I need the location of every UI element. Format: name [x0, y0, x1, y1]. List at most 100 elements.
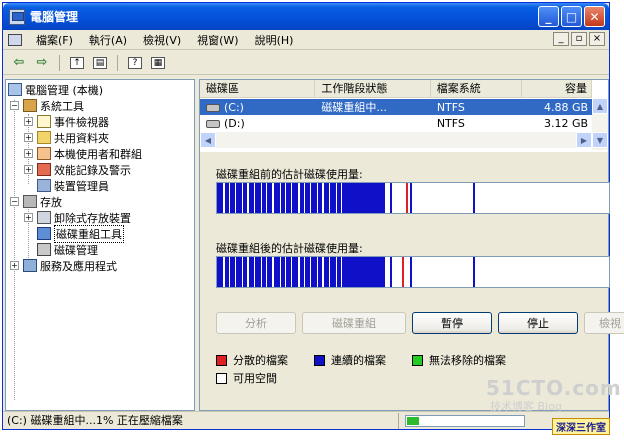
tree-item-removable-storage[interactable]: + 卸除式存放裝置 — [24, 210, 131, 225]
tree-item-computer-management[interactable]: 電腦管理 (本機) — [8, 82, 103, 97]
performance-icon — [37, 163, 51, 176]
users-icon — [37, 147, 51, 160]
tree-item-device-manager[interactable]: 裝置管理員 — [37, 178, 109, 193]
tree-item-disk-defragmenter[interactable]: 磁碟重組工具 — [37, 224, 124, 243]
expand-icon[interactable]: + — [24, 133, 33, 142]
defragment-button[interactable]: 磁碟重組 — [302, 312, 406, 334]
contiguous-block — [390, 257, 393, 287]
volume-cell: (C:) — [200, 101, 315, 114]
analyze-button[interactable]: 分析 — [216, 312, 296, 334]
tree-item-performance-logs[interactable]: + 效能記錄及警示 — [24, 162, 131, 177]
tree-item-local-users[interactable]: + 本機使用者和群組 — [24, 146, 142, 161]
pause-button[interactable]: 暫停 — [412, 312, 492, 334]
menu-action[interactable]: 執行(A) — [81, 32, 135, 48]
contiguous-block — [255, 183, 261, 213]
contiguous-block — [343, 257, 383, 287]
contiguous-block — [281, 183, 285, 213]
expand-icon[interactable]: + — [24, 213, 33, 222]
contiguous-block — [262, 183, 266, 213]
tree-item-event-viewer[interactable]: + 事件檢視器 — [24, 114, 109, 129]
tree-item-system-tools[interactable]: − 系統工具 — [10, 98, 84, 113]
tree-label: 共用資料夾 — [54, 131, 109, 145]
column-session-status[interactable]: 工作階段狀態 — [315, 80, 431, 98]
tree-label: 事件檢視器 — [54, 115, 109, 129]
view-report-button[interactable]: 檢視 — [584, 312, 624, 334]
close-button[interactable]: ✕ — [584, 6, 605, 27]
shared-folder-icon — [37, 131, 51, 144]
legend-fragmented: 分散的檔案 — [216, 352, 288, 368]
contiguous-block — [311, 257, 317, 287]
tree-item-shared-folders[interactable]: + 共用資料夾 — [24, 130, 109, 145]
up-folder-icon[interactable]: ↑ — [67, 54, 87, 72]
column-capacity[interactable]: 容量 — [522, 80, 592, 98]
console-tree[interactable]: 電腦管理 (本機) − 系統工具 + 事件檢視器 + 共用資料夾 + 本機使用者… — [5, 79, 195, 411]
fs-cell: NTFS — [436, 100, 465, 114]
contiguous-block — [305, 257, 310, 287]
menu-help[interactable]: 說明(H) — [247, 32, 302, 48]
tree-item-services-applications[interactable]: + 服務及應用程式 — [10, 258, 117, 273]
fragmented-block — [406, 183, 409, 213]
maximize-button[interactable]: □ — [561, 6, 582, 27]
contiguous-block — [267, 257, 272, 287]
tree-item-storage[interactable]: − 存放 — [10, 194, 62, 209]
forward-arrow-icon[interactable]: ⇨ — [32, 54, 52, 72]
tree-label: 效能記錄及警示 — [54, 163, 131, 177]
contiguous-block — [300, 257, 304, 287]
expand-icon[interactable]: + — [24, 165, 33, 174]
contiguous-block — [324, 183, 329, 213]
mdi-close-button[interactable]: × — [589, 32, 605, 46]
contiguous-block — [243, 183, 247, 213]
tree-label: 電腦管理 (本機) — [25, 83, 104, 97]
column-file-system[interactable]: 檔案系統 — [431, 80, 523, 98]
collapse-icon[interactable]: − — [10, 197, 19, 206]
before-usage-label: 磁碟重組前的估計磁碟使用量: — [216, 168, 363, 181]
contiguous-block — [243, 257, 247, 287]
contiguous-block — [292, 257, 298, 287]
disk-management-icon — [37, 243, 51, 256]
legend: 分散的檔案 連續的檔案 無法移除的檔案 可用空間 — [216, 352, 532, 388]
show-tree-icon[interactable]: ▤ — [90, 54, 110, 72]
expand-icon[interactable]: + — [10, 261, 19, 270]
expand-icon[interactable]: + — [24, 117, 33, 126]
menu-window[interactable]: 視窗(W) — [189, 32, 246, 48]
scroll-left-icon[interactable]: ◀ — [200, 132, 216, 148]
stop-button[interactable]: 停止 — [498, 312, 578, 334]
volume-row[interactable]: (C:) 磁碟重組中... NTFS 4.88 GB — [200, 99, 592, 115]
column-volume[interactable]: 磁碟區 — [200, 80, 316, 98]
contiguous-block — [311, 183, 317, 213]
window-title: 電腦管理 — [30, 10, 79, 24]
contiguous-block — [249, 183, 254, 213]
tree-label: 裝置管理員 — [54, 179, 109, 193]
mmc-window-icon[interactable] — [8, 33, 22, 46]
contiguous-block — [292, 183, 298, 213]
tree-connector — [14, 100, 15, 400]
defragmenter-pane: 磁碟區 工作階段狀態 檔案系統 容量 (C:) 磁碟重組中... NTFS 4.… — [199, 79, 624, 411]
volume-list-vertical-scrollbar[interactable]: ▲ ▼ — [592, 98, 608, 150]
menu-file[interactable]: 檔案(F) — [28, 32, 81, 48]
tree-item-disk-management[interactable]: 磁碟管理 — [37, 242, 98, 257]
collapse-icon[interactable]: − — [10, 101, 19, 110]
minimize-button[interactable]: _ — [538, 6, 559, 27]
mdi-restore-button[interactable]: ▫ — [571, 32, 587, 46]
volume-list-horizontal-scrollbar[interactable]: ◀ ▶ — [200, 132, 592, 148]
computer-icon — [8, 83, 22, 96]
expand-icon[interactable]: + — [24, 149, 33, 158]
help-icon[interactable]: ? — [125, 54, 145, 72]
title-bar[interactable]: 電腦管理 _ □ ✕ — [3, 3, 609, 30]
legend-free-space: 可用空間 — [216, 370, 277, 386]
mdi-minimize-button[interactable]: _ — [553, 32, 569, 46]
scroll-down-icon[interactable]: ▼ — [592, 132, 608, 148]
contiguous-block — [337, 257, 341, 287]
legend-row: 可用空間 — [216, 370, 532, 386]
contiguous-block — [305, 183, 310, 213]
volume-row[interactable]: (D:) NTFS 3.12 GB — [200, 116, 592, 130]
scroll-track[interactable] — [592, 114, 608, 132]
contiguous-block — [236, 257, 242, 287]
scroll-right-icon[interactable]: ▶ — [576, 132, 592, 148]
scroll-up-icon[interactable]: ▲ — [592, 98, 608, 114]
contiguous-block — [262, 257, 266, 287]
properties-icon[interactable]: ▦ — [148, 54, 168, 72]
menu-view[interactable]: 檢視(V) — [135, 32, 189, 48]
contiguous-block — [410, 183, 413, 213]
back-arrow-icon[interactable]: ⇦ — [9, 54, 29, 72]
